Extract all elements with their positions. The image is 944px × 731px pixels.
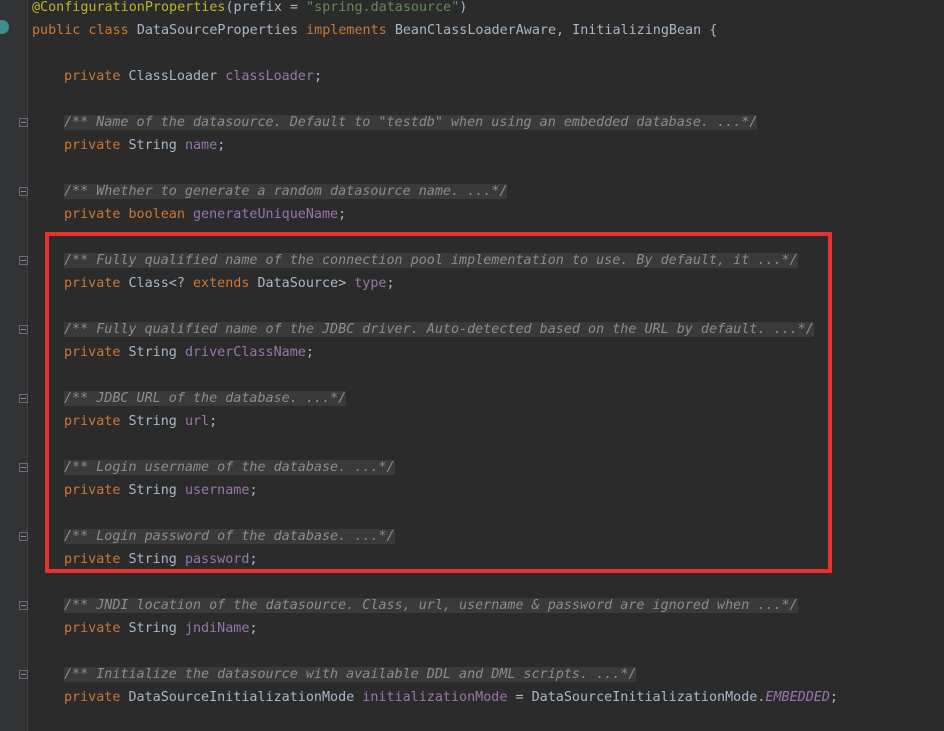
doc-comment-line[interactable]: /** Login username of the database. ...*…	[32, 456, 395, 479]
implements-marker-icon[interactable]	[0, 20, 9, 34]
extends-keyword: extends	[193, 276, 250, 291]
doc-comment: /** Login password of the database. ...*…	[64, 529, 395, 544]
field-line[interactable]: private Class<? extends DataSource> type…	[32, 272, 395, 295]
doc-comment: /** Login username of the database. ...*…	[64, 460, 395, 475]
doc-comment-line[interactable]: /** JDBC URL of the database. ...*/	[32, 387, 347, 410]
annotation-line[interactable]: @ConfigurationProperties(prefix = "sprin…	[32, 0, 467, 19]
doc-comment-line[interactable]: /** Login password of the database. ...*…	[32, 525, 395, 548]
operator: =	[281, 0, 307, 15]
field-line[interactable]: private String name;	[32, 134, 225, 157]
modifier: private	[64, 414, 121, 429]
field-type-bound: DataSource>	[249, 276, 347, 291]
fold-toggle-icon[interactable]	[19, 463, 28, 472]
enum-class: DataSourceInitializationMode.	[531, 690, 766, 705]
fold-toggle-icon[interactable]	[19, 118, 28, 127]
gutter-separator	[27, 0, 28, 731]
annotation-name: @ConfigurationProperties	[32, 0, 226, 15]
fold-toggle-icon[interactable]	[19, 670, 28, 679]
fold-toggle-icon[interactable]	[19, 601, 28, 610]
field-line[interactable]: private ClassLoader classLoader;	[32, 65, 322, 88]
field-name: url	[184, 414, 210, 429]
modifier: private	[64, 483, 121, 498]
modifier: private	[64, 621, 121, 636]
field-name: password	[184, 552, 250, 567]
fold-toggle-icon[interactable]	[19, 394, 28, 403]
field-type: DataSourceInitializationMode	[128, 690, 355, 705]
doc-comment: /** Initialize the datasource with avail…	[64, 667, 637, 682]
doc-comment: /** Whether to generate a random datasou…	[64, 184, 508, 199]
field-name: classLoader	[225, 69, 314, 84]
field-name: initializationMode	[362, 690, 508, 705]
doc-comment-line[interactable]: /** Fully qualified name of the JDBC dri…	[32, 318, 814, 341]
doc-comment-line[interactable]: /** Fully qualified name of the connecti…	[32, 249, 798, 272]
modifier: private	[64, 138, 121, 153]
field-name: driverClassName	[184, 345, 306, 360]
fold-toggle-icon[interactable]	[19, 187, 28, 196]
field-name: jndiName	[184, 621, 250, 636]
field-type: String	[128, 345, 177, 360]
field-line[interactable]: private String driverClassName;	[32, 341, 314, 364]
field-name: generateUniqueName	[193, 207, 339, 222]
field-type: String	[128, 552, 177, 567]
field-line[interactable]: private boolean generateUniqueName;	[32, 203, 346, 226]
doc-comment-line[interactable]: /** Initialize the datasource with avail…	[32, 663, 637, 686]
class-declaration-line[interactable]: public class DataSourceProperties implem…	[32, 19, 717, 42]
modifier: private	[64, 207, 121, 222]
fold-toggle-icon[interactable]	[19, 532, 28, 541]
enum-constant: EMBEDDED	[765, 690, 830, 705]
fold-toggle-icon[interactable]	[19, 256, 28, 265]
doc-comment: /** Fully qualified name of the connecti…	[64, 253, 798, 268]
doc-comment: /** Fully qualified name of the JDBC dri…	[64, 322, 814, 337]
field-line[interactable]: private String password;	[32, 548, 258, 571]
doc-comment-line[interactable]: /** Name of the datasource. Default to "…	[32, 111, 758, 134]
operator: =	[507, 690, 532, 705]
paren: )	[459, 0, 468, 15]
annotation-value: "spring.datasource"	[306, 0, 460, 15]
field-type: Class<?	[128, 276, 193, 291]
implements-keyword: implements	[306, 23, 387, 38]
annotation-param: prefix	[233, 0, 282, 15]
fold-toggle-icon[interactable]	[19, 325, 28, 334]
field-line[interactable]: private String username;	[32, 479, 258, 502]
doc-comment-line[interactable]: /** JNDI location of the datasource. Cla…	[32, 594, 798, 617]
field-type: ClassLoader	[128, 69, 218, 84]
modifier: private	[64, 345, 121, 360]
doc-comment: /** JNDI location of the datasource. Cla…	[64, 598, 798, 613]
field-type: boolean	[128, 207, 185, 222]
field-type: String	[128, 621, 177, 636]
modifier: private	[64, 690, 121, 705]
field-line[interactable]: private String url;	[32, 410, 217, 433]
class-name: DataSourceProperties	[136, 23, 299, 38]
editor-gutter	[0, 0, 27, 731]
class-modifiers: public class	[32, 23, 129, 38]
field-type: String	[128, 138, 177, 153]
field-name: name	[184, 138, 218, 153]
doc-comment: /** Name of the datasource. Default to "…	[64, 115, 758, 130]
field-line[interactable]: private String jndiName;	[32, 617, 258, 640]
modifier: private	[64, 552, 121, 567]
field-name: type	[354, 276, 387, 291]
field-type: String	[128, 414, 177, 429]
interfaces: BeanClassLoaderAware, InitializingBean {	[394, 23, 718, 38]
doc-comment: /** JDBC URL of the database. ...*/	[64, 391, 347, 406]
modifier: private	[64, 276, 121, 291]
modifier: private	[64, 69, 121, 84]
field-type: String	[128, 483, 177, 498]
field-line[interactable]: private DataSourceInitializationMode ini…	[32, 686, 838, 709]
semicolon: ;	[829, 690, 838, 705]
doc-comment-line[interactable]: /** Whether to generate a random datasou…	[32, 180, 508, 203]
field-name: username	[184, 483, 250, 498]
